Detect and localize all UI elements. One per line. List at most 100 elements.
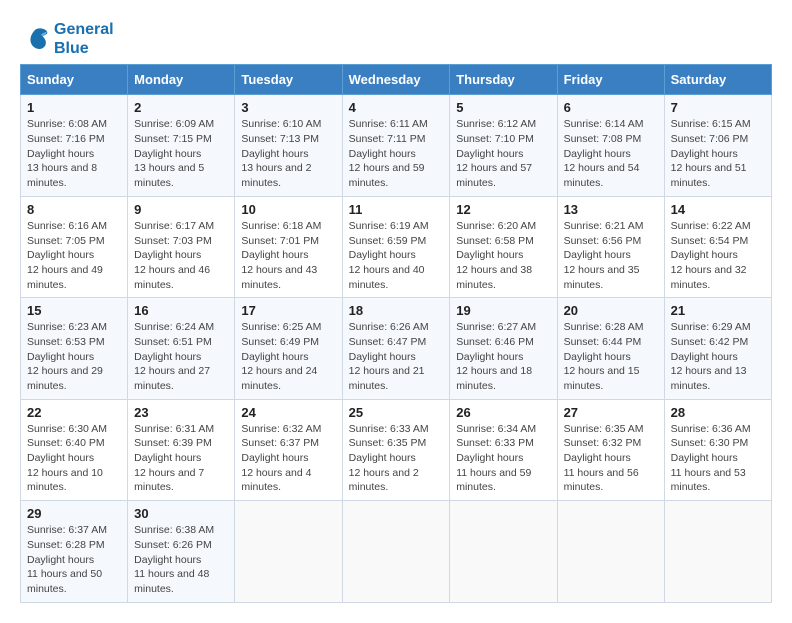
sunrise-label: Sunrise: 6:38 AM: [134, 524, 214, 536]
calendar-cell: 13 Sunrise: 6:21 AM Sunset: 6:56 PM Dayl…: [557, 196, 664, 297]
logo: General Blue: [20, 20, 114, 58]
sunset-label: Sunset: 7:11 PM: [349, 133, 426, 145]
calendar-cell: 12 Sunrise: 6:20 AM Sunset: 6:58 PM Dayl…: [450, 196, 557, 297]
calendar-cell: [664, 501, 771, 602]
daylight-value: 12 hours and 46 minutes.: [134, 264, 210, 291]
sunrise-label: Sunrise: 6:31 AM: [134, 423, 214, 435]
calendar-cell: 19 Sunrise: 6:27 AM Sunset: 6:46 PM Dayl…: [450, 298, 557, 399]
day-info: Sunrise: 6:38 AM Sunset: 6:26 PM Dayligh…: [134, 523, 228, 596]
day-info: Sunrise: 6:34 AM Sunset: 6:33 PM Dayligh…: [456, 422, 550, 495]
sunrise-label: Sunrise: 6:11 AM: [349, 118, 428, 130]
day-number: 23: [134, 405, 228, 420]
sunset-label: Sunset: 7:05 PM: [27, 235, 105, 247]
daylight-label: Daylight hours: [241, 249, 308, 261]
calendar-week-row: 8 Sunrise: 6:16 AM Sunset: 7:05 PM Dayli…: [21, 196, 772, 297]
sunrise-label: Sunrise: 6:23 AM: [27, 321, 107, 333]
calendar-cell: 8 Sunrise: 6:16 AM Sunset: 7:05 PM Dayli…: [21, 196, 128, 297]
daylight-label: Daylight hours: [564, 452, 631, 464]
sunset-label: Sunset: 6:49 PM: [241, 336, 319, 348]
sunset-label: Sunset: 6:56 PM: [564, 235, 642, 247]
day-number: 22: [27, 405, 121, 420]
day-info: Sunrise: 6:35 AM Sunset: 6:32 PM Dayligh…: [564, 422, 658, 495]
daylight-label: Daylight hours: [27, 249, 94, 261]
calendar-table: SundayMondayTuesdayWednesdayThursdayFrid…: [20, 64, 772, 602]
sunrise-label: Sunrise: 6:33 AM: [349, 423, 429, 435]
day-info: Sunrise: 6:36 AM Sunset: 6:30 PM Dayligh…: [671, 422, 765, 495]
calendar-day-header: Friday: [557, 65, 664, 95]
calendar-cell: 20 Sunrise: 6:28 AM Sunset: 6:44 PM Dayl…: [557, 298, 664, 399]
day-info: Sunrise: 6:32 AM Sunset: 6:37 PM Dayligh…: [241, 422, 335, 495]
calendar-day-header: Monday: [128, 65, 235, 95]
calendar-day-header: Thursday: [450, 65, 557, 95]
daylight-label: Daylight hours: [671, 249, 738, 261]
sunset-label: Sunset: 6:54 PM: [671, 235, 749, 247]
day-info: Sunrise: 6:17 AM Sunset: 7:03 PM Dayligh…: [134, 219, 228, 292]
day-info: Sunrise: 6:09 AM Sunset: 7:15 PM Dayligh…: [134, 117, 228, 190]
calendar-week-row: 22 Sunrise: 6:30 AM Sunset: 6:40 PM Dayl…: [21, 399, 772, 500]
daylight-value: 12 hours and 24 minutes.: [241, 365, 317, 392]
daylight-value: 12 hours and 29 minutes.: [27, 365, 103, 392]
day-number: 3: [241, 100, 335, 115]
day-number: 1: [27, 100, 121, 115]
day-info: Sunrise: 6:37 AM Sunset: 6:28 PM Dayligh…: [27, 523, 121, 596]
day-info: Sunrise: 6:15 AM Sunset: 7:06 PM Dayligh…: [671, 117, 765, 190]
calendar-cell: 2 Sunrise: 6:09 AM Sunset: 7:15 PM Dayli…: [128, 95, 235, 196]
sunset-label: Sunset: 6:32 PM: [564, 437, 642, 449]
daylight-label: Daylight hours: [349, 148, 416, 160]
daylight-value: 12 hours and 51 minutes.: [671, 162, 747, 189]
calendar-cell: [557, 501, 664, 602]
day-info: Sunrise: 6:24 AM Sunset: 6:51 PM Dayligh…: [134, 320, 228, 393]
day-number: 13: [564, 202, 658, 217]
calendar-cell: 29 Sunrise: 6:37 AM Sunset: 6:28 PM Dayl…: [21, 501, 128, 602]
sunset-label: Sunset: 6:37 PM: [241, 437, 319, 449]
daylight-value: 11 hours and 56 minutes.: [564, 467, 639, 494]
calendar-cell: 15 Sunrise: 6:23 AM Sunset: 6:53 PM Dayl…: [21, 298, 128, 399]
sunrise-label: Sunrise: 6:28 AM: [564, 321, 644, 333]
calendar-cell: 9 Sunrise: 6:17 AM Sunset: 7:03 PM Dayli…: [128, 196, 235, 297]
sunset-label: Sunset: 6:40 PM: [27, 437, 105, 449]
day-number: 17: [241, 303, 335, 318]
daylight-label: Daylight hours: [349, 249, 416, 261]
sunset-label: Sunset: 7:06 PM: [671, 133, 749, 145]
sunset-label: Sunset: 7:01 PM: [241, 235, 319, 247]
daylight-label: Daylight hours: [27, 351, 94, 363]
daylight-value: 12 hours and 7 minutes.: [134, 467, 204, 494]
sunset-label: Sunset: 7:15 PM: [134, 133, 212, 145]
daylight-value: 13 hours and 8 minutes.: [27, 162, 97, 189]
daylight-value: 11 hours and 53 minutes.: [671, 467, 746, 494]
daylight-label: Daylight hours: [27, 148, 94, 160]
calendar-cell: [342, 501, 450, 602]
daylight-value: 13 hours and 5 minutes.: [134, 162, 204, 189]
sunset-label: Sunset: 6:33 PM: [456, 437, 534, 449]
daylight-label: Daylight hours: [349, 351, 416, 363]
daylight-label: Daylight hours: [134, 452, 201, 464]
sunrise-label: Sunrise: 6:08 AM: [27, 118, 107, 130]
day-number: 30: [134, 506, 228, 521]
daylight-value: 13 hours and 2 minutes.: [241, 162, 311, 189]
sunrise-label: Sunrise: 6:36 AM: [671, 423, 751, 435]
calendar-cell: 22 Sunrise: 6:30 AM Sunset: 6:40 PM Dayl…: [21, 399, 128, 500]
day-info: Sunrise: 6:10 AM Sunset: 7:13 PM Dayligh…: [241, 117, 335, 190]
daylight-label: Daylight hours: [241, 452, 308, 464]
day-info: Sunrise: 6:19 AM Sunset: 6:59 PM Dayligh…: [349, 219, 444, 292]
calendar-day-header: Saturday: [664, 65, 771, 95]
calendar-cell: 26 Sunrise: 6:34 AM Sunset: 6:33 PM Dayl…: [450, 399, 557, 500]
calendar-cell: 28 Sunrise: 6:36 AM Sunset: 6:30 PM Dayl…: [664, 399, 771, 500]
calendar-cell: 18 Sunrise: 6:26 AM Sunset: 6:47 PM Dayl…: [342, 298, 450, 399]
calendar-cell: 17 Sunrise: 6:25 AM Sunset: 6:49 PM Dayl…: [235, 298, 342, 399]
daylight-label: Daylight hours: [349, 452, 416, 464]
sunrise-label: Sunrise: 6:30 AM: [27, 423, 107, 435]
daylight-label: Daylight hours: [564, 249, 631, 261]
sunset-label: Sunset: 7:08 PM: [564, 133, 642, 145]
day-number: 27: [564, 405, 658, 420]
sunset-label: Sunset: 6:46 PM: [456, 336, 534, 348]
daylight-label: Daylight hours: [564, 351, 631, 363]
sunrise-label: Sunrise: 6:12 AM: [456, 118, 536, 130]
day-info: Sunrise: 6:12 AM Sunset: 7:10 PM Dayligh…: [456, 117, 550, 190]
day-number: 9: [134, 202, 228, 217]
daylight-value: 12 hours and 43 minutes.: [241, 264, 317, 291]
daylight-label: Daylight hours: [134, 351, 201, 363]
sunrise-label: Sunrise: 6:35 AM: [564, 423, 644, 435]
calendar-week-row: 1 Sunrise: 6:08 AM Sunset: 7:16 PM Dayli…: [21, 95, 772, 196]
sunrise-label: Sunrise: 6:29 AM: [671, 321, 751, 333]
